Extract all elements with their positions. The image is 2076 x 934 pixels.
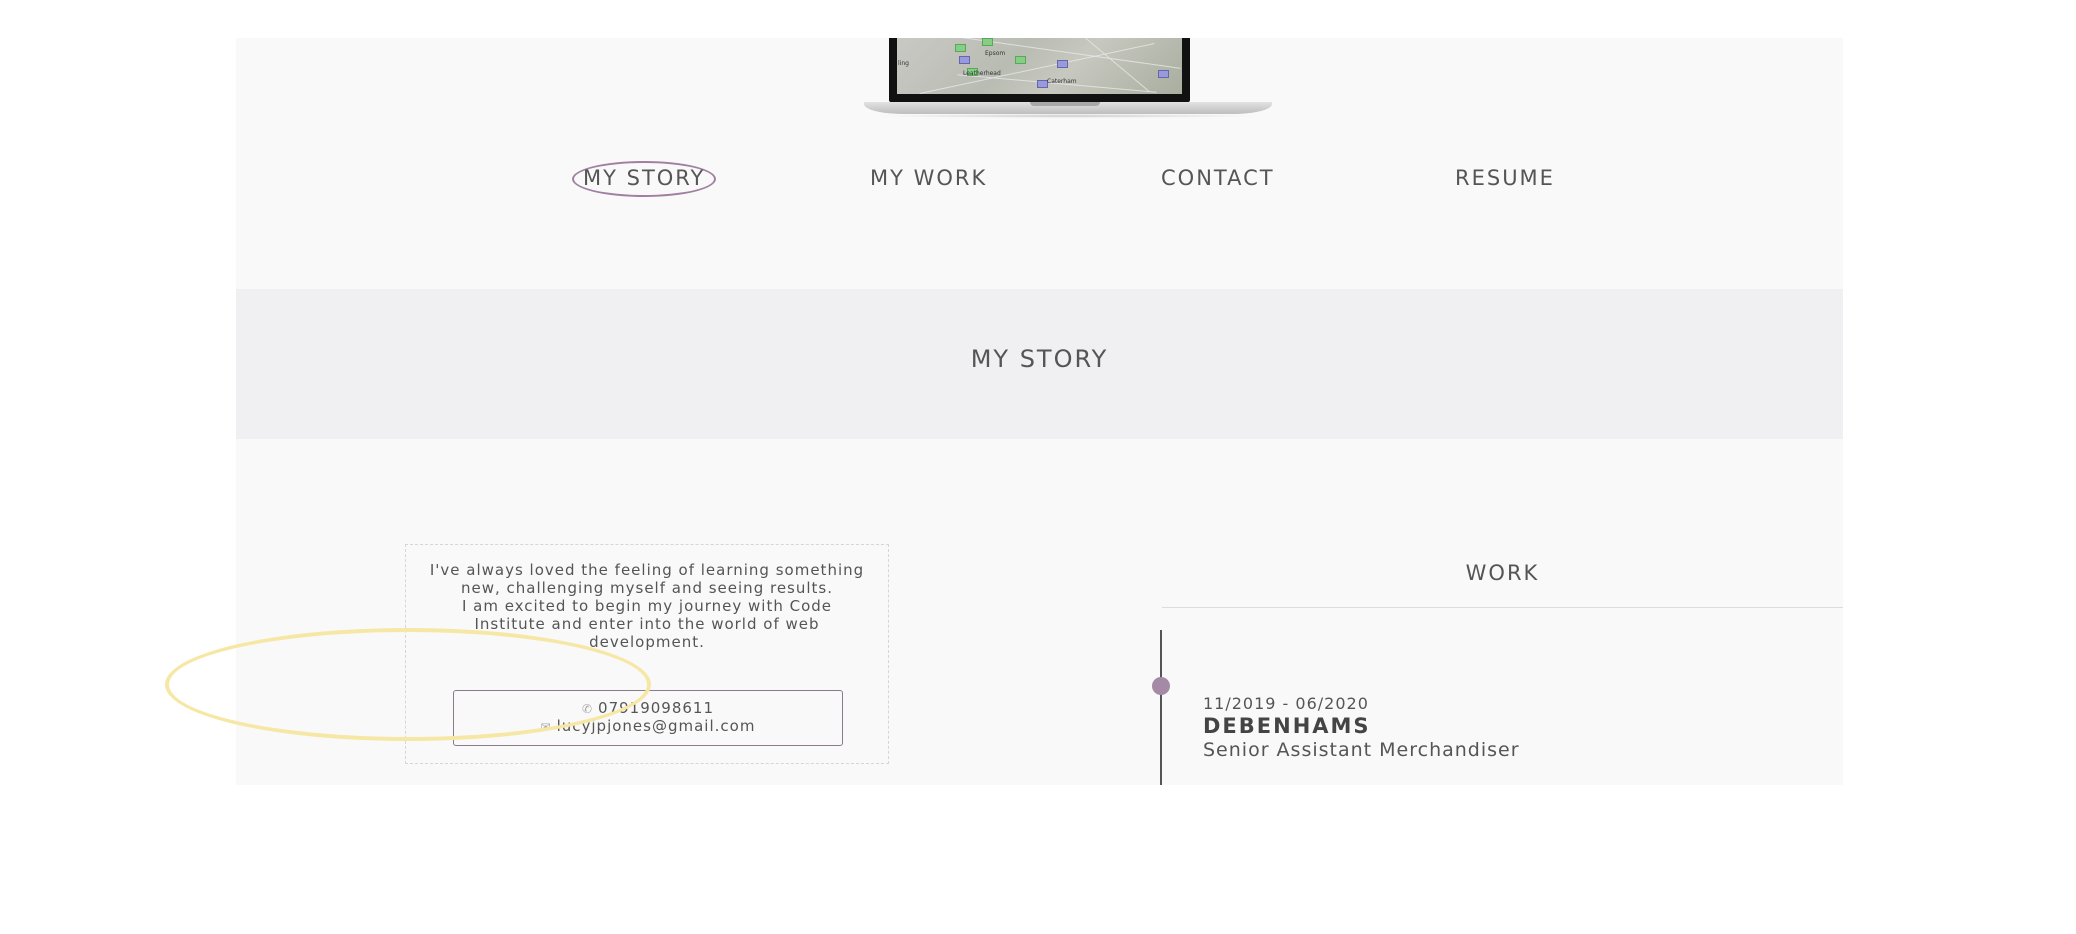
work-divider [1162,607,1843,608]
laptop-notch [1030,102,1100,106]
job-dates: 11/2019 - 06/2020 [1203,694,1369,713]
nav-resume[interactable]: RESUME [1455,166,1555,190]
work-heading: WORK [1465,561,1540,585]
email-row[interactable]: ✉ lucyjpjones@gmail.com [454,717,842,735]
contact-box: ✆ 07919098611 ✉ lucyjpjones@gmail.com [453,690,843,746]
phone-number: 07919098611 [598,699,715,717]
phone-icon: ✆ [581,702,594,716]
nav-my-work[interactable]: MY WORK [870,166,987,190]
page-container: ling Epsom Leatherhead Caterham MY STORY… [236,38,1843,785]
map-screenshot: ling Epsom Leatherhead Caterham [897,38,1182,94]
job-role: Senior Assistant Merchandiser [1203,739,1520,761]
section-header-band: MY STORY [236,289,1843,439]
map-label: Caterham [1047,78,1077,85]
story-card: I've always loved the feeling of learnin… [405,544,889,764]
story-text: I've always loved the feeling of learnin… [429,561,865,651]
timeline-line [1160,630,1162,785]
laptop-shadow [874,114,1262,118]
timeline-dot [1152,677,1170,695]
nav-contact[interactable]: CONTACT [1161,166,1275,190]
job-company: DEBENHAMS [1203,714,1371,738]
email-address: lucyjpjones@gmail.com [556,717,756,735]
envelope-icon: ✉ [540,720,552,734]
nav-my-story[interactable]: MY STORY [583,166,705,190]
laptop-map-image: ling Epsom Leatherhead Caterham [864,38,1272,118]
section-title: MY STORY [970,345,1109,373]
laptop-screen-frame: ling Epsom Leatherhead Caterham [889,38,1190,102]
map-label: Leatherhead [963,70,1001,77]
map-label: Epsom [985,50,1006,57]
phone-row[interactable]: ✆ 07919098611 [454,699,842,717]
map-label: ling [898,60,909,67]
